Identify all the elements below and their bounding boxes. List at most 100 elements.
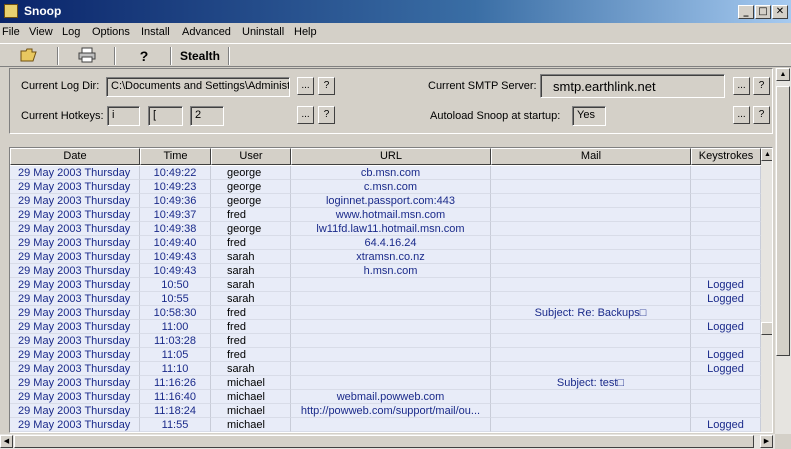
cell-time: 10:49:37 — [140, 208, 211, 222]
cell-keystrokes — [691, 166, 761, 180]
hotkeys-help-button[interactable]: ? — [318, 106, 335, 124]
scroll-right-button[interactable]: ▶ — [760, 435, 773, 448]
cell-date: 29 May 2003 Thursday — [10, 236, 140, 250]
printer-icon[interactable] — [76, 47, 98, 65]
table-row[interactable]: 29 May 2003 Thursday 11:18:24 michael http:… — [10, 404, 761, 418]
hotkey-field-3[interactable]: 2 — [190, 106, 224, 126]
cell-date: 29 May 2003 Thursday — [10, 334, 140, 348]
cell-user: fred — [211, 236, 291, 250]
column-header-time[interactable]: Time — [140, 148, 211, 165]
table-row[interactable]: 29 May 2003 Thursday 11:16:40 michael webma… — [10, 390, 761, 404]
window-vertical-scrollbar[interactable]: ▲ — [775, 68, 791, 434]
table-row[interactable]: 29 May 2003 Thursday 11:03:28 fred — [10, 334, 761, 348]
smtp-field[interactable]: smtp.earthlink.net — [540, 74, 725, 98]
log-dir-field[interactable]: C:\Documents and Settings\Administ — [106, 77, 290, 97]
close-button[interactable]: ✕ — [772, 5, 788, 19]
menu-advanced[interactable]: Advanced — [182, 26, 231, 38]
cell-time: 11:05 — [140, 348, 211, 362]
scroll-thumb[interactable] — [761, 322, 772, 335]
table-row[interactable]: 29 May 2003 Thursday 11:00 fred Logged — [10, 320, 761, 334]
cell-url — [291, 306, 491, 320]
column-header-url[interactable]: URL — [291, 148, 491, 165]
cell-time: 10:58:30 — [140, 306, 211, 320]
scroll-up-button[interactable]: ▲ — [761, 148, 772, 161]
window-scroll-thumb[interactable] — [776, 86, 790, 356]
cell-keystrokes — [691, 306, 761, 320]
cell-url: c.msn.com — [291, 180, 491, 194]
autoload-label: Autoload Snoop at startup: — [430, 110, 561, 122]
menu-view[interactable]: View — [29, 26, 53, 38]
cell-user: sarah — [211, 292, 291, 306]
cell-mail — [491, 320, 691, 334]
toolbar-separator — [228, 47, 230, 65]
menu-bar: File View Log Options Install Advanced U… — [0, 23, 791, 43]
table-row[interactable]: 29 May 2003 Thursday 10:58:30 fred Subject:… — [10, 306, 761, 320]
cell-mail: Subject: test□ — [491, 376, 691, 390]
autoload-field[interactable]: Yes — [572, 106, 606, 126]
table-row[interactable]: 29 May 2003 Thursday 10:49:43 sarah xtramsn… — [10, 250, 761, 264]
title-bar[interactable]: Snoop _ □ ✕ — [0, 0, 791, 23]
table-row[interactable]: 29 May 2003 Thursday 10:50 sarah Logged — [10, 278, 761, 292]
autoload-browse-button[interactable]: ... — [733, 106, 750, 124]
scroll-left-button[interactable]: ◀ — [0, 435, 13, 448]
column-header-mail[interactable]: Mail — [491, 148, 691, 165]
settings-panel: Current Log Dir: C:\Documents and Settin… — [9, 68, 773, 134]
hotkeys-browse-button[interactable]: ... — [297, 106, 314, 124]
cell-mail — [491, 166, 691, 180]
cell-url — [291, 320, 491, 334]
column-header-keystrokes[interactable]: Keystrokes — [691, 148, 761, 165]
cell-date: 29 May 2003 Thursday — [10, 390, 140, 404]
cell-url — [291, 292, 491, 306]
menu-uninstall[interactable]: Uninstall — [242, 26, 284, 38]
open-folder-icon[interactable] — [18, 47, 40, 65]
smtp-browse-button[interactable]: ... — [733, 77, 750, 95]
table-row[interactable]: 29 May 2003 Thursday 11:16:26 michael Subje… — [10, 376, 761, 390]
minimize-button[interactable]: _ — [738, 5, 754, 19]
toolbar-separator — [114, 47, 116, 65]
cell-user: fred — [211, 348, 291, 362]
window-horizontal-scrollbar[interactable]: ◀ ▶ — [0, 434, 775, 449]
cell-user: fred — [211, 306, 291, 320]
table-row[interactable]: 29 May 2003 Thursday 10:49:37 fred www.hotm… — [10, 208, 761, 222]
cell-url — [291, 376, 491, 390]
help-icon[interactable]: ? — [133, 47, 155, 65]
menu-log[interactable]: Log — [62, 26, 80, 38]
cell-mail — [491, 278, 691, 292]
toolbar-separator — [57, 47, 59, 65]
cell-url: loginnet.passport.com:443 — [291, 194, 491, 208]
hotkey-field-1[interactable]: i — [107, 106, 140, 126]
table-row[interactable]: 29 May 2003 Thursday 10:49:40 fred 64.4.16.… — [10, 236, 761, 250]
menu-install[interactable]: Install — [141, 26, 170, 38]
table-row[interactable]: 29 May 2003 Thursday 11:05 fred Logged — [10, 348, 761, 362]
cell-time: 10:49:23 — [140, 180, 211, 194]
log-dir-help-button[interactable]: ? — [318, 77, 335, 95]
table-row[interactable]: 29 May 2003 Thursday 10:55 sarah Logged — [10, 292, 761, 306]
menu-file[interactable]: File — [2, 26, 20, 38]
window-scroll-up-button[interactable]: ▲ — [776, 68, 790, 81]
table-row[interactable]: 29 May 2003 Thursday 10:49:38 george lw11fd… — [10, 222, 761, 236]
table-row[interactable]: 29 May 2003 Thursday 10:49:36 george loginn… — [10, 194, 761, 208]
menu-options[interactable]: Options — [92, 26, 130, 38]
table-vertical-scrollbar[interactable]: ▲ — [761, 148, 772, 432]
menu-help[interactable]: Help — [294, 26, 317, 38]
maximize-button[interactable]: □ — [755, 5, 771, 19]
column-header-user[interactable]: User — [211, 148, 291, 165]
log-dir-browse-button[interactable]: ... — [297, 77, 314, 95]
smtp-help-button[interactable]: ? — [753, 77, 770, 95]
stealth-button[interactable]: Stealth — [176, 47, 224, 65]
cell-keystrokes — [691, 404, 761, 418]
table-row[interactable]: 29 May 2003 Thursday 10:49:43 sarah h.msn.c… — [10, 264, 761, 278]
horizontal-scroll-thumb[interactable] — [14, 435, 754, 448]
hotkey-field-2[interactable]: [ — [148, 106, 183, 126]
autoload-help-button[interactable]: ? — [753, 106, 770, 124]
cell-url: www.hotmail.msn.com — [291, 208, 491, 222]
table-row[interactable]: 29 May 2003 Thursday 10:49:23 george c.msn.… — [10, 180, 761, 194]
table-row[interactable]: 29 May 2003 Thursday 11:55 michael Logged — [10, 418, 761, 432]
table-row[interactable]: 29 May 2003 Thursday 10:49:22 george cb.msn… — [10, 166, 761, 180]
column-header-date[interactable]: Date — [10, 148, 140, 165]
cell-mail: Subject: Re: Backups□ — [491, 306, 691, 320]
cell-keystrokes — [691, 236, 761, 250]
cell-time: 11:10 — [140, 362, 211, 376]
table-row[interactable]: 29 May 2003 Thursday 11:10 sarah Logged — [10, 362, 761, 376]
cell-user: george — [211, 180, 291, 194]
